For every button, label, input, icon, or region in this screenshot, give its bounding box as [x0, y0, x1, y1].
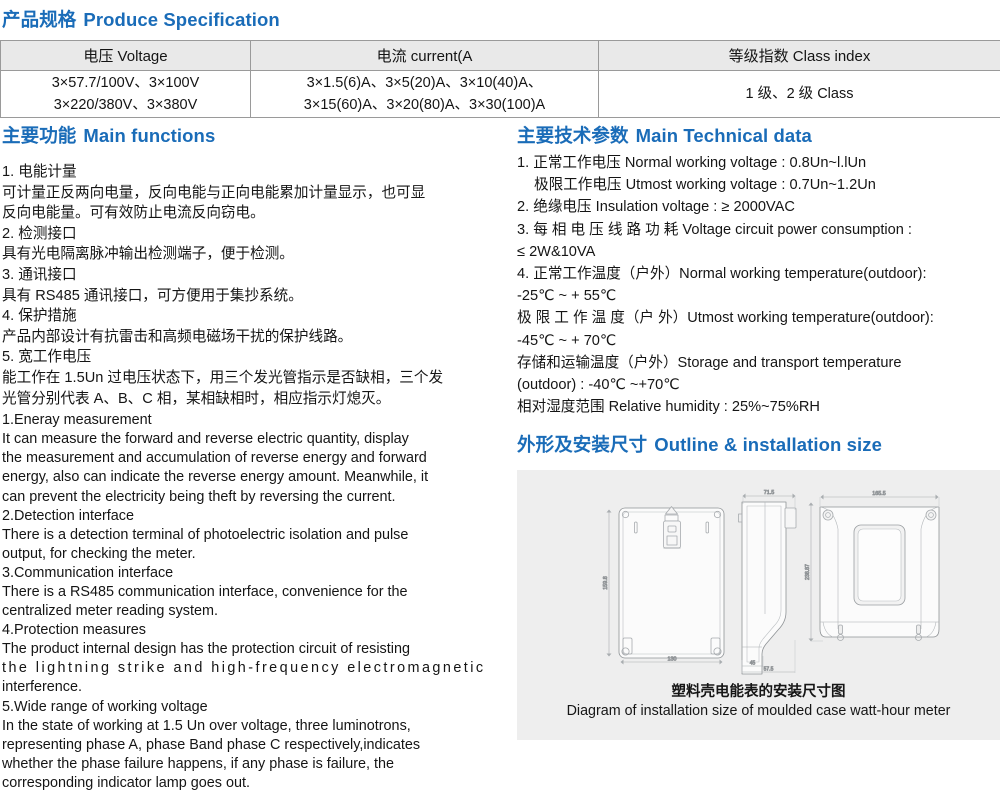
column-header-voltage: 电压 Voltage: [1, 41, 251, 71]
cell-voltage: 3×57.7/100V、3×100V 3×220/380V、3×380V: [1, 71, 251, 118]
en-line: It can measure the forward and reverse e…: [2, 430, 507, 449]
cn-line: 具有光电隔离脉冲输出检测端子，便于检测。: [2, 244, 507, 265]
en-line: the measurement and accumulation of reve…: [2, 449, 507, 468]
technical-data-heading-cn: 主要技术参数: [517, 125, 629, 146]
en-line: can prevent the electricity being theft …: [2, 488, 507, 507]
front-view-drawing: [607, 507, 725, 665]
main-functions-chinese-body: 1. 电能计量 可计量正反两向电量，反向电能与正向电能累加计量显示，也可显 反向…: [2, 162, 507, 409]
product-specification-heading: 产品规格 Produce Specification: [2, 6, 280, 32]
cn-line: 1. 电能计量: [2, 162, 507, 183]
cn-line: 5. 宽工作电压: [2, 347, 507, 368]
tech-line: 4. 正常工作温度（户外）Normal working temperature(…: [517, 263, 1000, 285]
cell-voltage-line-2: 3×220/380V、3×380V: [1, 94, 250, 116]
en-line: 2.Detection interface: [2, 507, 507, 526]
tech-line: 相对湿度范围 Relative humidity : 25%~75%RH: [517, 396, 1000, 418]
specification-table-head: 电压 Voltage 电流 current(A 等级指数 Class index: [1, 41, 1000, 71]
dimension-side-bottom-outer: 57.5: [764, 667, 774, 673]
diagram-caption-en: Diagram of installation size of moulded …: [517, 702, 1000, 721]
tech-line: 极 限 工 作 温 度（户 外）Utmost working temperatu…: [517, 307, 1000, 329]
side-view-drawing: [739, 494, 797, 675]
spec-heading-en: Produce Specification: [83, 9, 279, 30]
specification-table-body: 3×57.7/100V、3×100V 3×220/380V、3×380V 3×1…: [1, 71, 1000, 118]
tech-line: (outdoor) : -40℃ ~+70℃: [517, 374, 1000, 396]
cn-line: 能工作在 1.5Un 过电压状态下，用三个发光管指示是否缺相，三个发: [2, 368, 507, 389]
main-functions-column: 主要功能 Main functions 1. 电能计量 可计量正反两向电量，反向电…: [2, 122, 507, 793]
cell-current-line-1: 3×1.5(6)A、3×5(20)A、3×10(40)A、: [251, 72, 598, 94]
cell-class-index: 1 级、2 级 Class: [599, 71, 1000, 118]
main-functions-heading-cn: 主要功能: [2, 125, 76, 146]
en-line: energy, also can indicate the reverse en…: [2, 468, 507, 487]
en-line: 1.Eneray measurement: [2, 411, 507, 430]
en-line: interference.: [2, 678, 507, 697]
dimension-side-width: 71.5: [764, 490, 775, 496]
technical-data-body: 1. 正常工作电压 Normal working voltage : 0.8Un…: [517, 152, 1000, 418]
cell-voltage-line-1: 3×57.7/100V、3×100V: [1, 72, 250, 94]
cell-current-line-2: 3×15(60)A、3×20(80)A、3×30(100)A: [251, 94, 598, 116]
dimension-front-height: 159.8: [603, 576, 609, 590]
outline-installation-heading: 外形及安装尺寸 Outline & installation size: [517, 431, 1000, 457]
en-line: whether the phase failure happens, if an…: [2, 755, 507, 774]
en-line: The product internal design has the prot…: [2, 640, 507, 659]
tech-line: ≤ 2W&10VA: [517, 241, 1000, 263]
dimension-side-bottom-inner: 45: [750, 661, 756, 667]
diagram-caption: 塑料壳电能表的安装尺寸图 Diagram of installation siz…: [517, 683, 1000, 721]
tech-line: 极限工作电压 Utmost working voltage : 0.7Un~1.…: [517, 174, 1000, 196]
en-line: centralized meter reading system.: [2, 602, 507, 621]
column-header-current: 电流 current(A: [251, 41, 599, 71]
specification-table: 电压 Voltage 电流 current(A 等级指数 Class index…: [0, 40, 1000, 118]
diagram-caption-cn: 塑料壳电能表的安装尺寸图: [517, 683, 1000, 702]
main-functions-heading-en: Main functions: [83, 125, 215, 146]
cn-line: 产品内部设计有抗雷击和高频电磁场干扰的保护线路。: [2, 327, 507, 348]
cell-current: 3×1.5(6)A、3×5(20)A、3×10(40)A、 3×15(60)A、…: [251, 71, 599, 118]
en-line: 3.Communication interface: [2, 564, 507, 583]
dimension-front-width: 130: [668, 657, 677, 663]
rear-view-drawing: [809, 495, 940, 642]
outline-heading-cn: 外形及安装尺寸: [517, 434, 647, 455]
en-line: There is a RS485 communication interface…: [2, 583, 507, 602]
installation-drawing: 159.8 130: [517, 470, 1000, 685]
table-row: 3×57.7/100V、3×100V 3×220/380V、3×380V 3×1…: [1, 71, 1000, 118]
installation-diagram-panel: 159.8 130: [517, 470, 1000, 740]
tech-line: -25℃ ~ + 55℃: [517, 285, 1000, 307]
tech-line: 3. 每 相 电 压 线 路 功 耗 Voltage circuit power…: [517, 219, 1000, 241]
cn-line: 2. 检测接口: [2, 224, 507, 245]
tech-line: 存储和运输温度（户外）Storage and transport tempera…: [517, 352, 1000, 374]
tech-line: 2. 绝缘电压 Insulation voltage : ≥ 2000VAC: [517, 196, 1000, 218]
cn-line: 4. 保护措施: [2, 306, 507, 327]
outline-heading-en: Outline & installation size: [654, 434, 882, 455]
column-header-class-index: 等级指数 Class index: [599, 41, 1000, 71]
technical-data-column: 主要技术参数 Main Technical data 1. 正常工作电压 Norm…: [517, 122, 1000, 457]
cn-line: 光管分别代表 A、B、C 相，某相缺相时，相应指示灯熄灭。: [2, 389, 507, 410]
en-line: 5.Wide range of working voltage: [2, 698, 507, 717]
en-line: the lightning strike and high-frequency …: [2, 659, 507, 678]
en-line: output, for checking the meter.: [2, 545, 507, 564]
technical-data-heading-en: Main Technical data: [636, 125, 812, 146]
en-line: 4.Protection measures: [2, 621, 507, 640]
spec-heading-cn: 产品规格: [2, 9, 76, 30]
cn-line: 反向电能量。可有效防止电流反向窃电。: [2, 203, 507, 224]
en-line: There is a detection terminal of photoel…: [2, 526, 507, 545]
dimension-rear-height: 238.87: [805, 564, 811, 580]
en-line: representing phase A, phase Band phase C…: [2, 736, 507, 755]
dimension-rear-width: 165.5: [872, 491, 886, 497]
tech-line: 1. 正常工作电压 Normal working voltage : 0.8Un…: [517, 152, 1000, 174]
main-functions-heading: 主要功能 Main functions: [2, 122, 507, 148]
cell-class-index-line-1: 1 级、2 级 Class: [599, 83, 1000, 105]
en-line: corresponding indicator lamp goes out.: [2, 774, 507, 793]
tech-line: -45℃ ~ + 70℃: [517, 330, 1000, 352]
technical-data-heading: 主要技术参数 Main Technical data: [517, 122, 1000, 148]
main-functions-english-body: 1.Eneray measurement It can measure the …: [2, 411, 507, 793]
cn-line: 具有 RS485 通讯接口，可方便用于集抄系统。: [2, 286, 507, 307]
table-header-row: 电压 Voltage 电流 current(A 等级指数 Class index: [1, 41, 1000, 71]
en-line: In the state of working at 1.5 Un over v…: [2, 717, 507, 736]
cn-line: 3. 通讯接口: [2, 265, 507, 286]
cn-line: 可计量正反两向电量，反向电能与正向电能累加计量显示，也可显: [2, 183, 507, 204]
